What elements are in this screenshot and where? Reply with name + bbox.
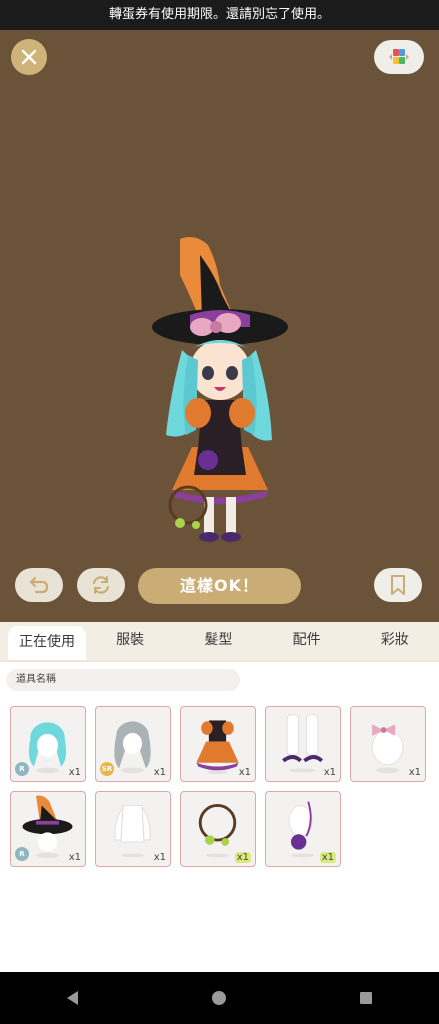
confirm-ok-button[interactable]: 這樣OK！ bbox=[138, 568, 301, 604]
tab-clothing[interactable]: 服裝 bbox=[86, 622, 174, 660]
item-quantity: x1 bbox=[408, 767, 421, 778]
undo-button[interactable] bbox=[15, 568, 63, 602]
layout-toggle-button[interactable] bbox=[374, 40, 424, 74]
item-quantity: x1 bbox=[153, 767, 166, 778]
item-grid: R x1 SR x1 x1 x1 x1 R x1 x1 x1 x1 bbox=[10, 706, 430, 867]
color-grid-icon bbox=[389, 49, 409, 64]
bookmark-icon bbox=[391, 575, 405, 595]
avatar-stage: 這樣OK！ bbox=[0, 30, 439, 622]
category-tabs: 正在使用 服裝 髮型 配件 彩妝 bbox=[0, 622, 439, 660]
tab-divider bbox=[0, 660, 439, 662]
item-quantity: x1 bbox=[319, 852, 336, 863]
back-icon[interactable] bbox=[64, 989, 82, 1007]
item-slot[interactable]: SR x1 bbox=[95, 706, 171, 782]
tab-in-use[interactable]: 正在使用 bbox=[8, 626, 86, 660]
item-slot[interactable]: x1 bbox=[95, 791, 171, 867]
randomize-button[interactable] bbox=[77, 568, 125, 602]
rarity-badge: R bbox=[15, 762, 29, 776]
item-quantity: x1 bbox=[68, 852, 81, 863]
notice-text: 轉蛋券有使用期限。還請別忘了使用。 bbox=[108, 7, 330, 22]
undo-icon bbox=[29, 576, 49, 594]
item-slot[interactable]: R x1 bbox=[10, 791, 86, 867]
item-slot[interactable]: R x1 bbox=[10, 706, 86, 782]
close-button[interactable] bbox=[11, 39, 47, 75]
avatar-character bbox=[140, 235, 300, 545]
item-slot[interactable]: x1 bbox=[180, 706, 256, 782]
recents-icon[interactable] bbox=[357, 989, 375, 1007]
home-icon[interactable] bbox=[210, 989, 228, 1007]
item-slot[interactable]: x1 bbox=[265, 791, 341, 867]
item-slot[interactable]: x1 bbox=[350, 706, 426, 782]
item-quantity: x1 bbox=[323, 767, 336, 778]
item-quantity: x1 bbox=[234, 852, 251, 863]
item-quantity: x1 bbox=[238, 767, 251, 778]
refresh-icon bbox=[92, 576, 110, 594]
item-quantity: x1 bbox=[68, 767, 81, 778]
item-name-filter[interactable]: 道具名稱 bbox=[6, 669, 240, 691]
tab-hairstyle[interactable]: 髮型 bbox=[174, 622, 262, 660]
rarity-badge: R bbox=[15, 847, 29, 861]
item-slot[interactable]: x1 bbox=[265, 706, 341, 782]
tab-makeup[interactable]: 彩妝 bbox=[351, 622, 439, 660]
tab-accessories[interactable]: 配件 bbox=[263, 622, 351, 660]
item-slot[interactable]: x1 bbox=[180, 791, 256, 867]
bookmark-button[interactable] bbox=[374, 568, 422, 602]
avatar-illustration bbox=[152, 237, 288, 542]
rarity-badge: SR bbox=[100, 762, 114, 776]
item-quantity: x1 bbox=[153, 852, 166, 863]
notice-bar: 轉蛋券有使用期限。還請別忘了使用。 bbox=[0, 0, 439, 30]
close-icon bbox=[21, 49, 37, 65]
system-nav-bar bbox=[0, 972, 439, 1024]
